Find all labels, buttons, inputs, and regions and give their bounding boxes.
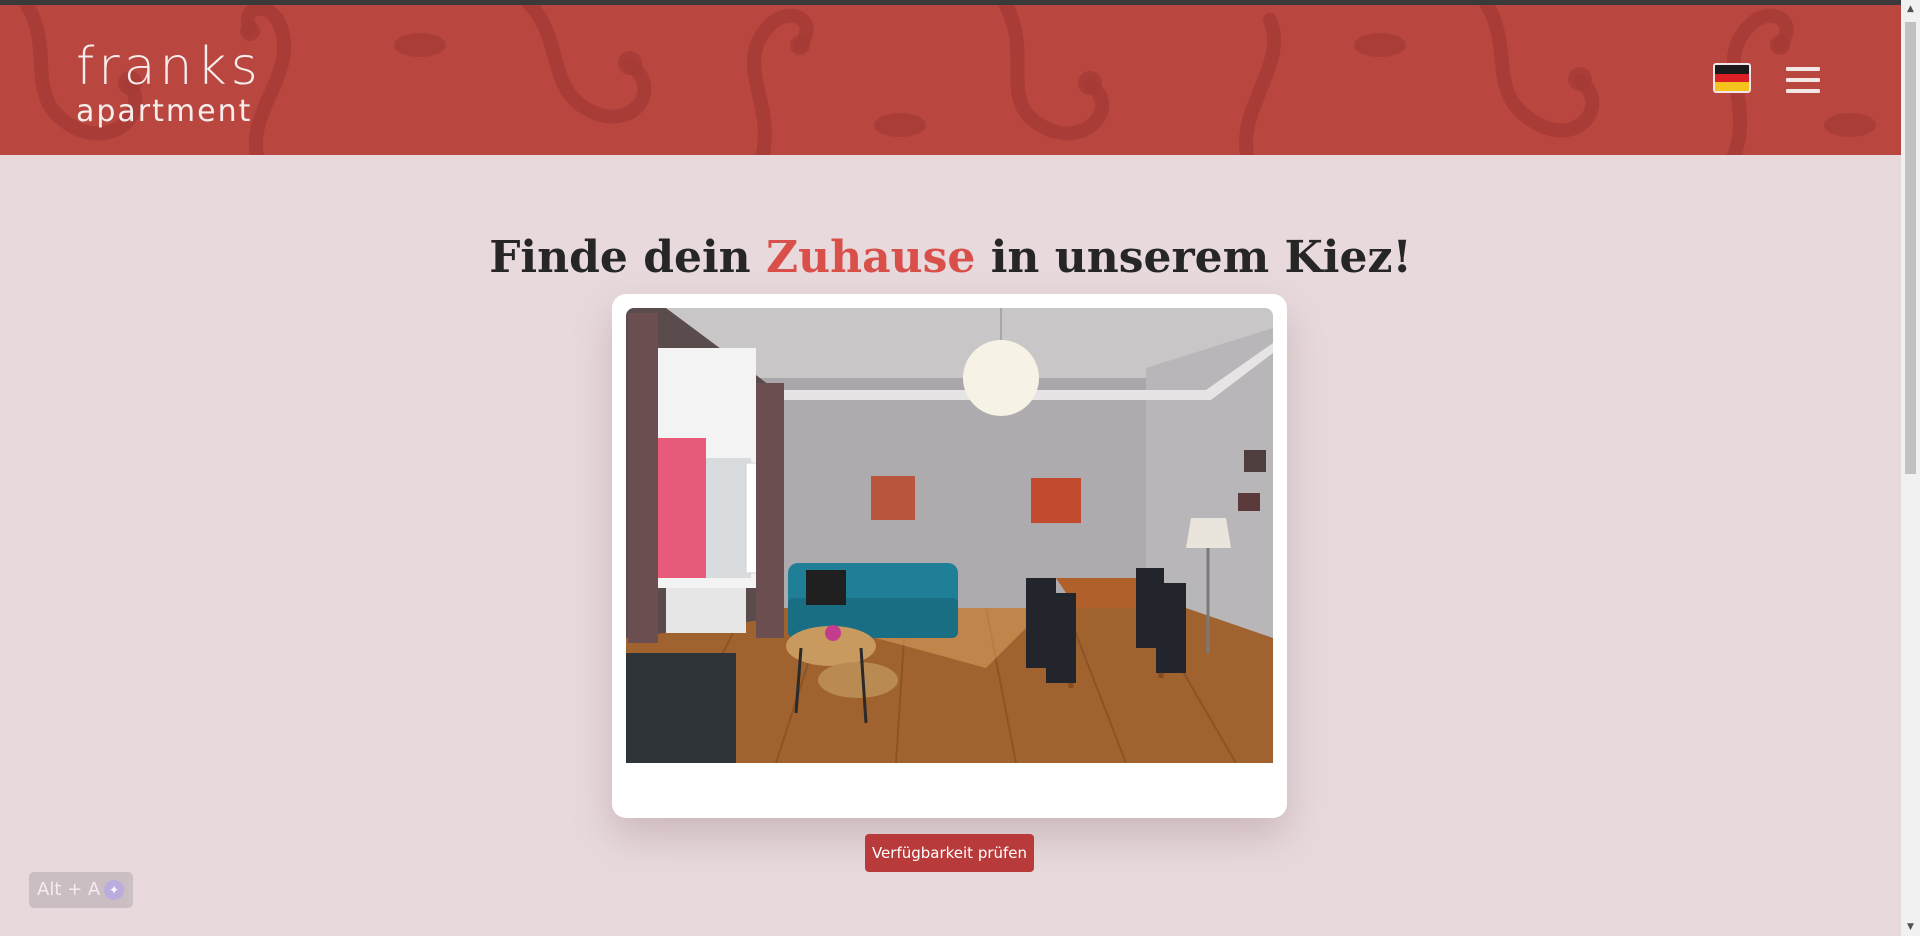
menu-bar-top (1786, 67, 1820, 71)
apartment-photo (626, 308, 1273, 763)
accessibility-shortcut-label: Alt + A (37, 879, 101, 900)
check-availability-button[interactable]: Verfügbarkeit prüfen (865, 834, 1034, 872)
accessibility-icon: ✦ (104, 880, 124, 900)
accessibility-shortcut-badge[interactable]: Alt + A ✦ (29, 872, 133, 908)
hero-headline: Finde dein Zuhause in unserem Kiez! (0, 232, 1901, 283)
german-flag-icon[interactable] (1713, 63, 1751, 93)
header-ornament-pattern (18, 5, 1876, 155)
headline-before: Finde dein (489, 232, 751, 283)
menu-bar-middle (1786, 78, 1820, 82)
logo-wordmark: franks (76, 37, 262, 97)
page-scrollbar[interactable]: ▲ ▼ (1901, 0, 1920, 936)
scroll-down-arrow-icon[interactable]: ▼ (1901, 918, 1920, 936)
scroll-up-arrow-icon[interactable]: ▲ (1901, 0, 1920, 18)
hero-image-card (612, 294, 1287, 818)
scrollbar-thumb[interactable] (1905, 22, 1916, 474)
flag-stripe-black (1715, 65, 1749, 74)
flag-stripe-gold (1715, 82, 1749, 91)
hamburger-menu-icon[interactable] (1786, 67, 1820, 95)
headline-accent: Zuhause (766, 232, 976, 283)
site-logo[interactable]: franks apartment (76, 41, 262, 127)
logo-subtitle: apartment (76, 94, 253, 129)
menu-bar-bottom (1786, 89, 1820, 93)
site-header: franks apartment (0, 5, 1901, 155)
headline-after: in unserem Kiez! (990, 232, 1412, 283)
flag-stripe-red (1715, 73, 1749, 83)
